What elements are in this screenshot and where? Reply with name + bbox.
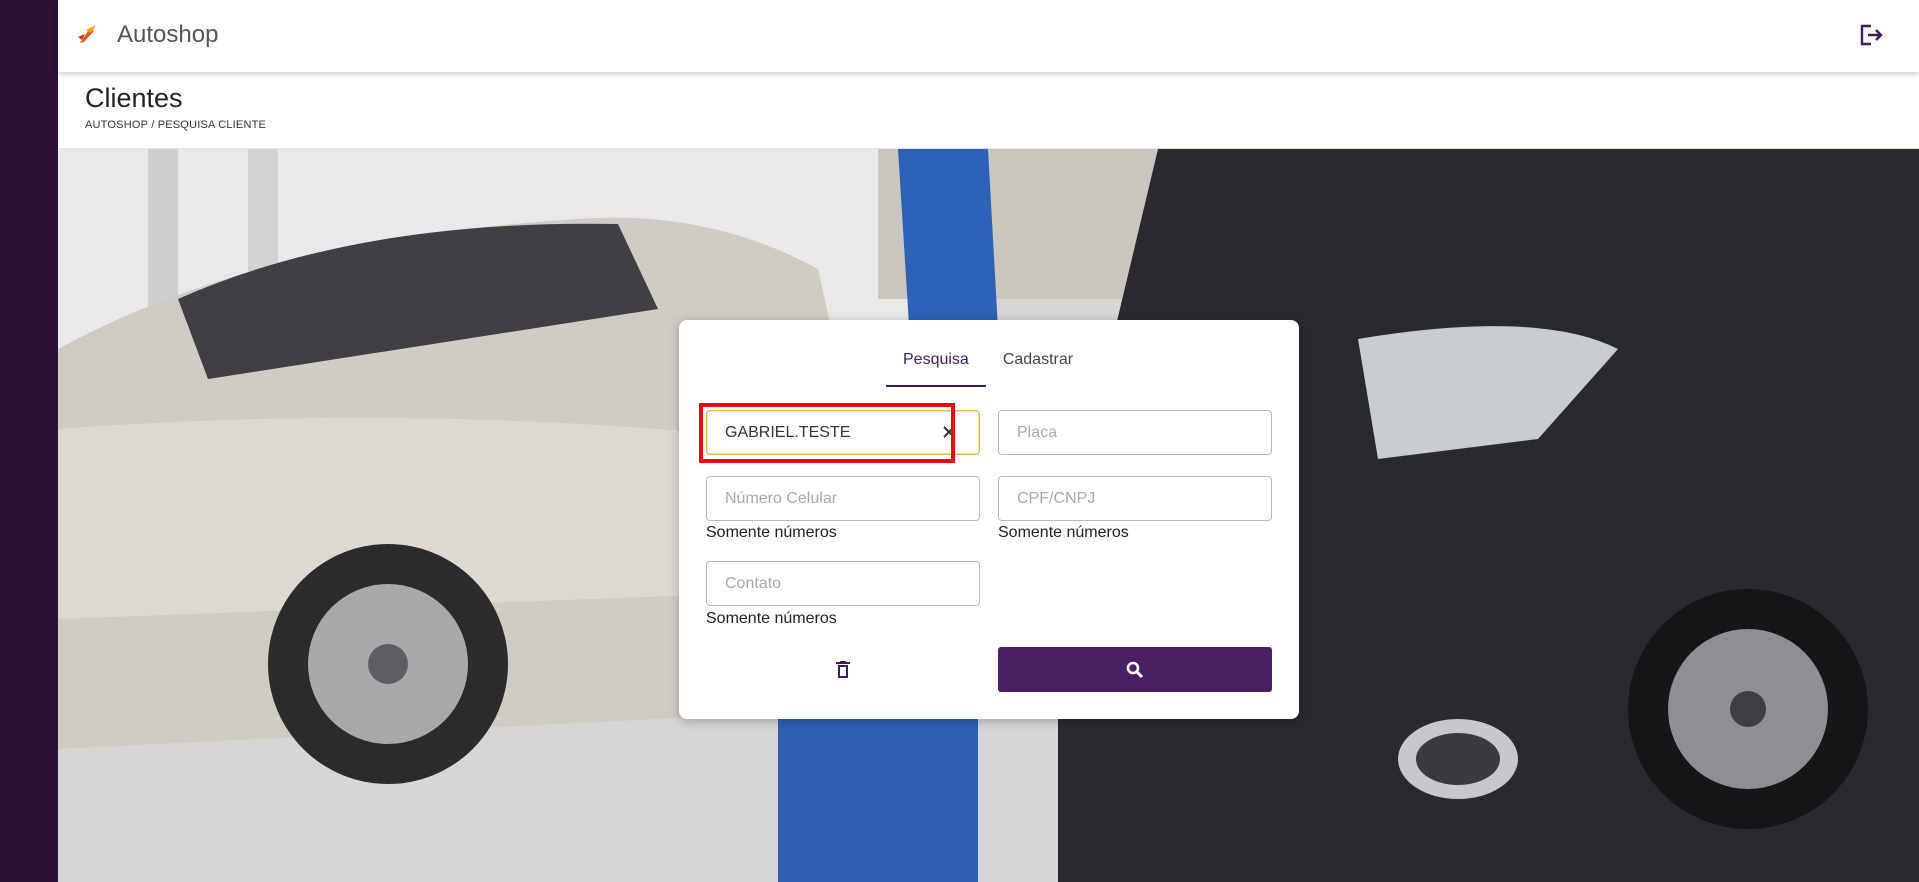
focus-highlight-box (699, 403, 955, 463)
trash-icon (836, 660, 850, 678)
cpf-field[interactable] (998, 476, 1272, 521)
placa-field[interactable] (998, 410, 1272, 455)
logout-icon[interactable] (1857, 22, 1885, 48)
celular-input[interactable] (725, 489, 961, 508)
search-icon (1126, 661, 1144, 678)
contato-hint: Somente números (706, 610, 837, 627)
clear-form-button[interactable] (706, 647, 980, 692)
tab-pesquisa[interactable]: Pesquisa (886, 342, 986, 387)
search-card: Pesquisa Cadastrar Somente números Somen… (679, 320, 1299, 719)
contato-input[interactable] (725, 574, 961, 593)
celular-field[interactable] (706, 476, 980, 521)
app-title: Autoshop (117, 21, 219, 48)
placa-input[interactable] (1017, 423, 1253, 442)
cpf-hint: Somente números (998, 524, 1129, 541)
page-header: Clientes AUTOSHOP / PESQUISA CLIENTE (58, 72, 1919, 149)
autoshop-logo-icon (78, 25, 96, 43)
tab-bar: Pesquisa Cadastrar (886, 342, 1090, 387)
cpf-input[interactable] (1017, 489, 1253, 508)
search-button[interactable] (998, 647, 1272, 692)
top-bar: Autoshop (58, 0, 1919, 72)
sidebar (0, 0, 58, 882)
celular-hint: Somente números (706, 524, 837, 541)
contato-field[interactable] (706, 561, 980, 606)
page-title: Clientes (85, 83, 183, 113)
tab-cadastrar[interactable]: Cadastrar (986, 342, 1090, 387)
breadcrumb: AUTOSHOP / PESQUISA CLIENTE (85, 119, 267, 131)
